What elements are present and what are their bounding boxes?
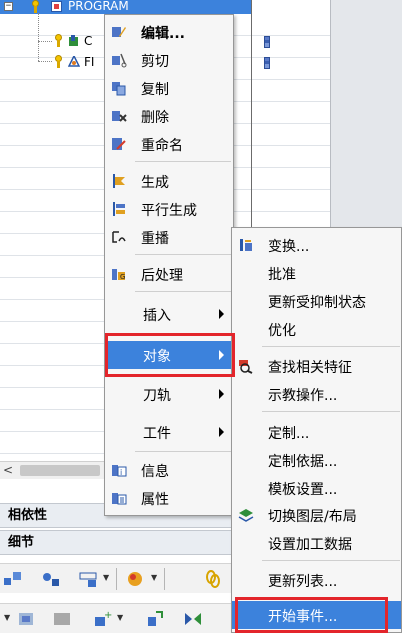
properties-icon <box>112 493 127 505</box>
status-marker-icon <box>264 57 270 69</box>
menu-item-generate[interactable]: 生成 <box>105 167 233 195</box>
replay-icon <box>112 231 126 243</box>
dropdown-arrow-icon[interactable]: ▼ <box>103 573 109 582</box>
scroll-left-icon[interactable]: < <box>3 463 13 477</box>
program-folder-icon <box>51 1 62 12</box>
delete-icon <box>112 111 127 122</box>
postprocess-icon: G <box>112 269 125 281</box>
create-geometry-icon[interactable] <box>78 569 100 589</box>
submenu-item-teach-operation[interactable]: 示教操作... <box>232 380 401 408</box>
svg-text:G: G <box>120 273 125 281</box>
menu-item-replay[interactable]: 重播 <box>105 223 233 251</box>
layer-switch-icon <box>238 509 254 522</box>
menu-separator <box>262 560 400 561</box>
key-icon <box>54 34 63 47</box>
context-menu: 编辑... 剪切 复制 删除 重命名 生成 平行生成 重播 G 后处理 插入 对… <box>104 14 234 516</box>
tree-connector <box>38 61 52 62</box>
operation-label: FI <box>84 55 95 69</box>
menu-separator <box>135 291 231 292</box>
menu-item-cut[interactable]: 剪切 <box>105 46 233 74</box>
dropdown-arrow-icon[interactable]: ▼ <box>117 613 123 622</box>
menu-item-copy[interactable]: 复制 <box>105 74 233 102</box>
mirror-icon[interactable] <box>182 609 204 629</box>
submenu-item-update-list[interactable]: 更新列表... <box>232 566 401 594</box>
info-icon: i <box>112 465 127 477</box>
transform-icon <box>240 239 252 251</box>
tree-connector <box>38 41 52 42</box>
tree-connector <box>38 13 39 61</box>
submenu-item-start-event[interactable]: 开始事件... <box>232 601 401 629</box>
toolbar-separator <box>116 568 117 590</box>
machine-icon[interactable] <box>16 609 38 629</box>
submenu-item-customize-by[interactable]: 定制依据... <box>232 446 401 474</box>
parallel-generate-icon <box>113 202 125 216</box>
submenu-item-transform[interactable]: 变换... <box>232 231 401 259</box>
toolbar-separator <box>164 568 165 590</box>
submenu-item-approve[interactable]: 批准 <box>232 259 401 287</box>
submenu-arrow-icon <box>219 309 224 319</box>
dropdown-arrow-icon[interactable]: ▼ <box>151 573 157 582</box>
key-icon <box>54 55 63 68</box>
menu-item-parallel-generate[interactable]: 平行生成 <box>105 195 233 223</box>
menu-item-object[interactable]: 对象 <box>105 341 233 369</box>
submenu-arrow-icon <box>219 389 224 399</box>
create-program-icon[interactable] <box>2 569 24 589</box>
operation-label: C <box>84 34 93 48</box>
menu-item-postprocess[interactable]: G 后处理 <box>105 260 233 288</box>
scroll-thumb[interactable] <box>20 465 100 476</box>
submenu-item-find-features[interactable]: 查找相关特征 <box>232 352 401 380</box>
menu-separator <box>262 411 400 412</box>
menu-item-insert[interactable]: 插入 <box>105 300 233 328</box>
submenu-item-switch-layer[interactable]: 切换图层/布局 <box>232 501 401 529</box>
menu-separator <box>135 451 231 452</box>
method-icon[interactable] <box>52 609 74 629</box>
svg-text:i: i <box>120 468 122 477</box>
menu-separator <box>135 333 231 334</box>
copy-icon <box>112 82 126 96</box>
dropdown-arrow-icon[interactable]: ▼ <box>4 613 10 622</box>
operation-icon <box>68 56 80 67</box>
move-object-icon[interactable] <box>144 609 166 629</box>
menu-item-info[interactable]: i 信息 <box>105 456 233 484</box>
menu-item-toolpath[interactable]: 刀轨 <box>105 380 233 408</box>
menu-separator <box>262 346 400 347</box>
menu-separator <box>135 161 231 162</box>
chain-link-icon[interactable] <box>202 569 224 589</box>
tree-row-program[interactable]: − PROGRAM <box>0 0 251 14</box>
program-label: PROGRAM <box>68 0 129 13</box>
menu-separator <box>135 254 231 255</box>
submenu-arrow-icon <box>219 427 224 437</box>
submenu-item-customize[interactable]: 定制... <box>232 418 401 446</box>
menu-item-delete[interactable]: 删除 <box>105 102 233 130</box>
cut-icon <box>112 53 127 68</box>
status-marker-icon <box>264 36 270 48</box>
svg-text:+: + <box>104 610 112 621</box>
operation-icon <box>69 35 78 46</box>
add-operation-icon[interactable]: + <box>92 609 114 629</box>
edit-icon <box>112 27 126 37</box>
submenu-item-optimize[interactable]: 优化 <box>232 315 401 343</box>
menu-item-rename[interactable]: 重命名 <box>105 130 233 158</box>
submenu-item-template-settings[interactable]: 模板设置... <box>232 474 401 502</box>
key-icon <box>31 0 40 13</box>
menu-item-workpiece[interactable]: 工件 <box>105 418 233 446</box>
menu-item-properties[interactable]: 属性 <box>105 484 233 512</box>
generate-icon <box>113 174 125 188</box>
find-features-icon <box>239 360 253 374</box>
submenu-arrow-icon <box>219 350 224 360</box>
rename-icon <box>112 138 126 150</box>
collapse-toggle-icon[interactable]: − <box>4 2 13 11</box>
menu-item-edit[interactable]: 编辑... <box>105 18 233 46</box>
verify-toolpath-icon[interactable] <box>124 569 146 589</box>
submenu-item-update-suppressed[interactable]: 更新受抑制状态 <box>232 287 401 315</box>
create-tool-icon[interactable] <box>40 569 62 589</box>
submenu-item-set-machining-data[interactable]: 设置加工数据 <box>232 529 401 557</box>
object-submenu: 变换... 批准 更新受抑制状态 优化 查找相关特征 示教操作... 定制...… <box>231 227 402 633</box>
